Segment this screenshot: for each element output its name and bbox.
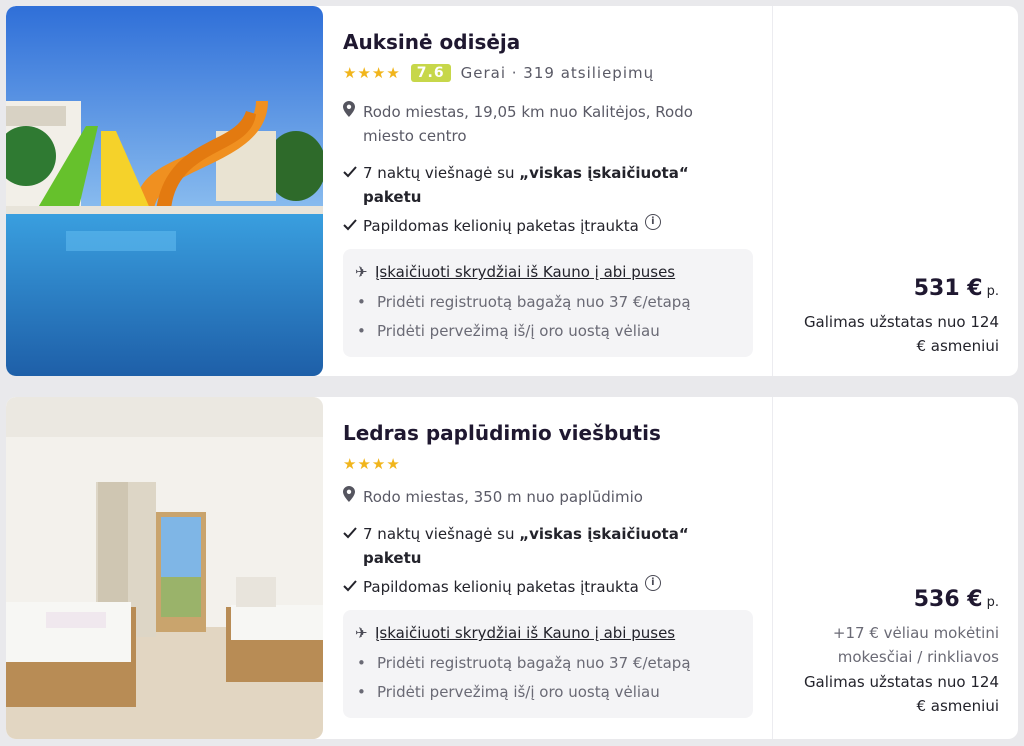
extra-package-text: Papildomas kelionių paketas įtraukta (363, 217, 639, 235)
extra-package: Papildomas kelionių paketas įtraukta i (343, 575, 661, 599)
price-unit: p. (986, 595, 999, 610)
price: 531 € p. (914, 276, 999, 301)
location-line-1: Rodo miestas, 19,05 km nuo Kalitėjos, Ro… (363, 103, 693, 121)
flight-info-box: ✈ Įskaičiuoti skrydžiai iš Kauno į abi p… (343, 249, 753, 357)
deposit-line-2: € asmeniui (916, 697, 999, 715)
price: 536 € p. (914, 587, 999, 612)
info-circle-icon[interactable]: i (644, 575, 661, 591)
waterpark-image (6, 6, 323, 376)
stay-suffix: paketu (363, 549, 422, 567)
check-icon (343, 522, 363, 546)
hotel-rating-row: ★★★★ 7.6 Gerai · 319 atsiliepimų (343, 64, 654, 82)
hotel-name[interactable]: Auksinė odisėja (343, 30, 520, 54)
price-amount: 531 € (913, 276, 983, 301)
stay-package: 7 naktų viešnagė su „viskas įskaičiuota“… (343, 161, 689, 209)
location-line-2: miesto centro (363, 127, 467, 145)
addon-baggage: • Pridėti registruotą bagažą nuo 37 €/eta… (357, 654, 691, 672)
price-amount: 536 € (913, 587, 983, 612)
addon-transfer: • Pridėti pervežimą iš/į oro uostą vėliau (357, 322, 660, 340)
deposit-line-2: € asmeniui (916, 337, 999, 355)
addon-transfer: • Pridėti pervežimą iš/į oro uostą vėliau (357, 683, 660, 701)
addon-baggage: • Pridėti registruotą bagažą nuo 37 €/eta… (357, 293, 691, 311)
stay-package: 7 naktų viešnagė su „viskas įskaičiuota“… (343, 522, 689, 570)
check-icon (343, 214, 363, 238)
stay-suffix: paketu (363, 188, 422, 206)
review-summary[interactable]: Gerai · 319 atsiliepimų (461, 64, 655, 82)
flight-link[interactable]: Įskaičiuoti skrydžiai iš Kauno į abi pus… (375, 624, 675, 642)
hotel-photo-room[interactable] (6, 397, 323, 739)
fee-line-2: mokesčiai / rinkliavos (837, 648, 999, 666)
deposit-line-1: Galimas užstatas nuo 124 (803, 313, 999, 331)
deposit-note: Galimas užstatas nuo 124 € asmeniui (804, 670, 999, 718)
hotel-name[interactable]: Ledras paplūdimio viešbutis (343, 421, 661, 445)
extra-package-text: Papildomas kelionių paketas įtraukta (363, 578, 639, 596)
price-column[interactable]: 531 € p. Galimas užstatas nuo 124 € asmen… (772, 6, 1018, 376)
stay-all-inclusive: „viskas įskaičiuota“ (519, 525, 689, 543)
flight-line[interactable]: ✈ Įskaičiuoti skrydžiai iš Kauno į abi p… (355, 624, 675, 642)
flight-link[interactable]: Įskaičiuoti skrydžiai iš Kauno į abi pus… (375, 263, 675, 281)
flight-info-box: ✈ Įskaičiuoti skrydžiai iš Kauno į abi p… (343, 610, 753, 718)
info-circle-icon[interactable]: i (644, 214, 661, 230)
hotel-card[interactable]: Auksinė odisėja ★★★★ 7.6 Gerai · 319 ats… (6, 6, 1018, 376)
star-rating-icons: ★★★★ (343, 455, 401, 473)
addon-baggage-text: Pridėti registruotą bagažą nuo 37 €/etap… (377, 654, 691, 672)
deposit-line-1: Galimas užstatas nuo 124 (803, 673, 999, 691)
check-icon (343, 575, 363, 599)
fee-line-1: +17 € vėliau mokėtini (832, 624, 999, 642)
map-pin-icon (343, 485, 363, 509)
hotel-room-image (6, 397, 323, 739)
map-pin-icon (343, 100, 363, 124)
star-rating-icons: ★★★★ (343, 64, 401, 82)
hotel-card[interactable]: Ledras paplūdimio viešbutis ★★★★ Rodo mi… (6, 397, 1018, 739)
review-score-badge: 7.6 (410, 64, 451, 82)
addon-transfer-text: Pridėti pervežimą iš/į oro uostą vėliau (377, 322, 660, 340)
deposit-note: Galimas užstatas nuo 124 € asmeniui (804, 310, 999, 358)
airplane-icon: ✈ (355, 263, 368, 281)
hotel-photo-waterpark[interactable] (6, 6, 323, 376)
price-column[interactable]: 536 € p. +17 € vėliau mokėtini mokesčiai … (772, 397, 1018, 739)
hotel-location: Rodo miestas, 19,05 km nuo Kalitėjos, Ro… (343, 100, 693, 148)
stay-prefix: 7 naktų viešnagė su (363, 164, 520, 182)
stay-all-inclusive: „viskas įskaičiuota“ (519, 164, 689, 182)
airplane-icon: ✈ (355, 624, 368, 642)
extra-package: Papildomas kelionių paketas įtraukta i (343, 214, 661, 238)
addon-transfer-text: Pridėti pervežimą iš/į oro uostą vėliau (377, 683, 660, 701)
stay-prefix: 7 naktų viešnagė su (363, 525, 520, 543)
flight-line[interactable]: ✈ Įskaičiuoti skrydžiai iš Kauno į abi p… (355, 263, 675, 281)
location-line-1: Rodo miestas, 350 m nuo paplūdimio (363, 488, 643, 506)
check-icon (343, 161, 363, 185)
hotel-location: Rodo miestas, 350 m nuo paplūdimio (343, 485, 643, 509)
price-unit: p. (986, 284, 999, 299)
fee-note: +17 € vėliau mokėtini mokesčiai / rinkli… (833, 621, 999, 669)
addon-baggage-text: Pridėti registruotą bagažą nuo 37 €/etap… (377, 293, 691, 311)
